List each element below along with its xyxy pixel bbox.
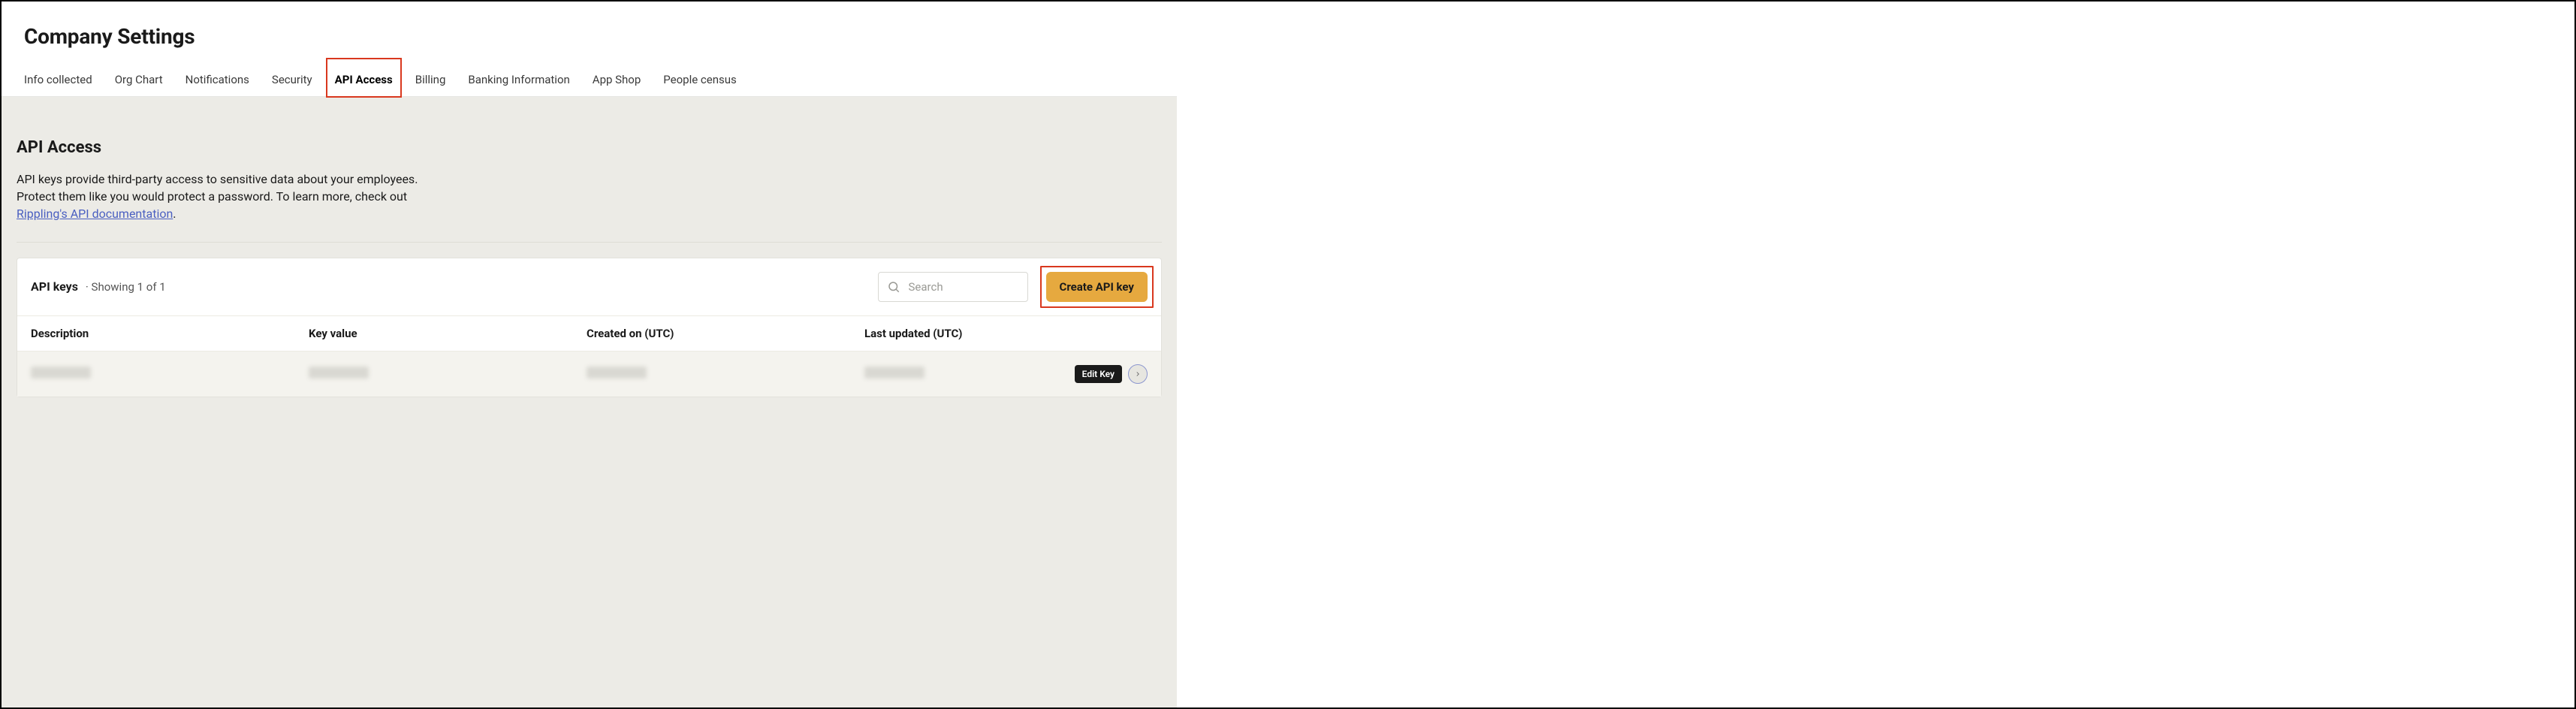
- tab-label: Security: [272, 73, 312, 86]
- create-api-key-button[interactable]: Create API key: [1046, 272, 1148, 302]
- tab-label: Org Chart: [115, 73, 163, 86]
- tab-api-access[interactable]: API Access: [335, 62, 393, 96]
- tab-label: Notifications: [186, 73, 249, 86]
- page-header: Company Settings: [2, 2, 1177, 62]
- api-keys-table: Description Key value Created on (UTC) L…: [17, 315, 1161, 397]
- desc-line-2-pre: Protect them like you would protect a pa…: [17, 189, 407, 204]
- tab-info-collected[interactable]: Info collected: [24, 62, 92, 96]
- settings-tab-bar: Info collected Org Chart Notifications S…: [2, 62, 1177, 97]
- page-title: Company Settings: [24, 24, 1154, 49]
- cell-last-updated: [864, 367, 1065, 382]
- redacted-value: [31, 367, 91, 379]
- tab-billing[interactable]: Billing: [415, 62, 446, 96]
- tab-label: Banking Information: [468, 73, 569, 86]
- card-subtitle: · Showing 1 of 1: [86, 280, 166, 294]
- main-body: API Access API keys provide third-party …: [2, 97, 1177, 707]
- tab-label: Info collected: [24, 73, 92, 86]
- cell-description: [31, 367, 309, 382]
- tab-label: API Access: [335, 73, 393, 86]
- card-header: API keys · Showing 1 of 1 Create API key: [17, 258, 1161, 315]
- section-description: API keys provide third-party access to s…: [17, 170, 542, 223]
- tab-security[interactable]: Security: [272, 62, 312, 96]
- section-divider: [17, 242, 1162, 243]
- cell-key-value: [309, 367, 587, 382]
- tab-label: Billing: [415, 73, 446, 86]
- create-api-key-highlight: Create API key: [1046, 272, 1148, 302]
- search-icon: [887, 280, 900, 294]
- desc-line-1: API keys provide third-party access to s…: [17, 172, 418, 186]
- section-heading: API Access: [17, 138, 1162, 157]
- redacted-value: [864, 367, 925, 379]
- col-header-created-on: Created on (UTC): [587, 327, 864, 340]
- search-input[interactable]: [878, 272, 1028, 302]
- tab-banking-information[interactable]: Banking Information: [468, 62, 569, 96]
- tab-label: People census: [663, 73, 736, 86]
- chevron-right-icon: [1134, 370, 1142, 378]
- cell-created-on: [587, 367, 864, 382]
- api-doc-link[interactable]: Rippling's API documentation: [17, 207, 173, 221]
- col-header-description: Description: [31, 327, 309, 340]
- search-field: [878, 272, 1028, 302]
- row-expand-button[interactable]: [1128, 364, 1148, 384]
- col-header-key-value: Key value: [309, 327, 587, 340]
- tab-notifications[interactable]: Notifications: [186, 62, 249, 96]
- tab-org-chart[interactable]: Org Chart: [115, 62, 163, 96]
- tab-people-census[interactable]: People census: [663, 62, 736, 96]
- redacted-value: [587, 367, 647, 379]
- table-header-row: Description Key value Created on (UTC) L…: [17, 315, 1161, 351]
- edit-key-button[interactable]: Edit Key: [1075, 365, 1122, 383]
- col-header-last-updated: Last updated (UTC): [864, 327, 1065, 340]
- card-title: API keys: [31, 279, 78, 294]
- redacted-value: [309, 367, 369, 379]
- table-row: Edit Key: [17, 351, 1161, 397]
- tab-app-shop[interactable]: App Shop: [593, 62, 641, 96]
- tab-label: App Shop: [593, 73, 641, 86]
- desc-line-2-post: .: [173, 207, 176, 221]
- api-keys-card: API keys · Showing 1 of 1 Create API key: [17, 258, 1162, 397]
